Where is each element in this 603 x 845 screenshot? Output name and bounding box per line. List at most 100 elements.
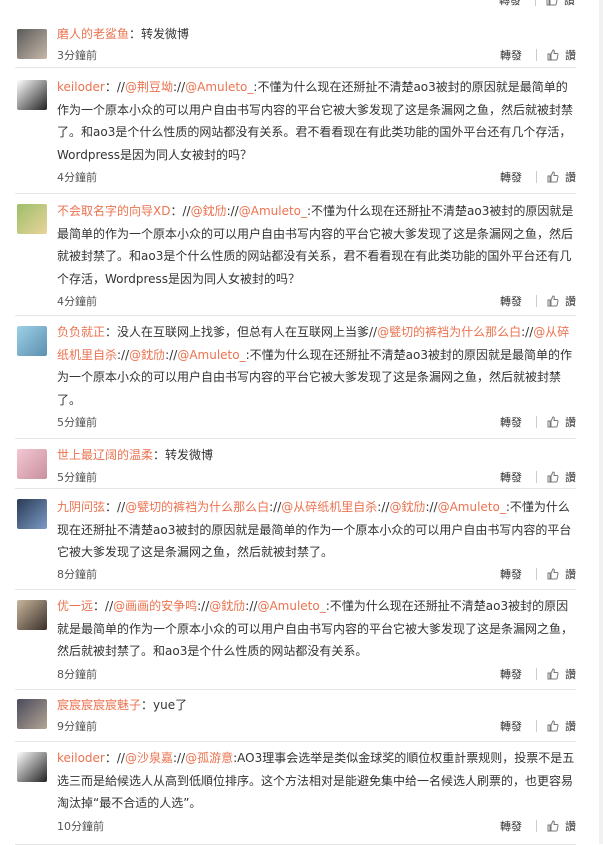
like-label: 讚 (565, 171, 576, 184)
repost-button[interactable]: 轉發 (500, 718, 522, 734)
timestamp: 3分鐘前 (57, 49, 97, 62)
avatar[interactable] (17, 449, 47, 479)
like-label: 讚 (565, 49, 576, 62)
comment-text-segment: ： (104, 80, 117, 94)
like-button[interactable]: 讚 (547, 169, 576, 185)
mention-link[interactable]: @Amuleto_ (438, 500, 506, 514)
comment-text-segment: // (105, 599, 114, 613)
timestamp: 8分鐘前 (57, 668, 97, 681)
previous-comment-actions: 轉發 讚 (499, 0, 575, 8)
avatar[interactable] (17, 80, 47, 110)
mention-link[interactable]: @孤游意 (185, 751, 233, 765)
avatar[interactable] (17, 499, 47, 529)
thumbs-up-icon (547, 668, 559, 680)
like-button[interactable]: 讚 (547, 47, 576, 63)
comment-actions: 轉發 讚 (500, 566, 576, 582)
divider (535, 0, 536, 6)
commenter-name[interactable]: keiloder (57, 751, 105, 765)
divider (536, 416, 537, 428)
mention-link[interactable]: @鈂劤 (191, 204, 227, 218)
commenter-name[interactable]: 不会取名字的向导XD (57, 204, 170, 218)
comment-item: 世上最辽阔的温柔：转发微博 5分鐘前 轉發 讚 (15, 439, 576, 489)
mention-link[interactable]: @从碎纸机里自杀 (281, 500, 377, 514)
like-button[interactable]: 讚 (547, 818, 576, 834)
repost-button[interactable]: 轉發 (500, 47, 522, 63)
comment-text: 不会取名字的向导XD：//@鈂劤://@Amuleto_:不懂为什么现在还掰扯不… (57, 200, 576, 290)
commenter-name[interactable]: 世上最辽阔的温柔 (57, 448, 153, 462)
timestamp: 5分鐘前 (57, 471, 97, 484)
repost-button[interactable]: 轉發 (500, 818, 522, 834)
scrollbar[interactable] (599, 0, 603, 844)
avatar[interactable] (17, 752, 47, 782)
mention-link[interactable]: @Amuleto_ (257, 599, 325, 613)
like-button[interactable]: 讚 (547, 414, 576, 430)
avatar[interactable] (17, 699, 47, 729)
comment-text-segment: ：转发微博 (153, 448, 214, 462)
mention-link[interactable]: @Amuleto_ (239, 204, 307, 218)
mention-link[interactable]: @沙泉嘉 (125, 751, 173, 765)
mention-link[interactable]: @Amuleto_ (185, 80, 253, 94)
mention-link[interactable]: @甓切的裤裆为什么那么白 (125, 500, 269, 514)
comment-text-segment: ：没人在互联网上找爹，但总有人在互联网上当爹// (105, 325, 378, 339)
mention-link[interactable]: @鈂劤 (209, 599, 245, 613)
commenter-name[interactable]: 磨人的老鲨鱼 (57, 27, 129, 41)
avatar[interactable] (17, 204, 47, 234)
mention-link[interactable]: @甓切的裤裆为什么那么白 (377, 325, 521, 339)
comment-text-segment: :// (425, 500, 438, 514)
comment-text: 负负就正：没人在互联网上找爹，但总有人在互联网上当爹//@甓切的裤裆为什么那么白… (57, 321, 576, 411)
repost-button[interactable]: 轉發 (500, 469, 522, 485)
like-label: 讚 (565, 471, 576, 484)
comment-text-segment: :// (172, 80, 186, 94)
timestamp: 10分鐘前 (57, 820, 104, 833)
like-button[interactable]: 讚 (547, 718, 576, 734)
avatar[interactable] (17, 326, 47, 356)
comment-text-segment: :// (226, 204, 239, 218)
repost-button[interactable]: 轉發 (500, 666, 522, 682)
comment-actions: 轉發 讚 (500, 169, 576, 185)
commenter-name[interactable]: keiloder (57, 80, 105, 94)
like-button[interactable]: 讚 (547, 469, 576, 485)
mention-link[interactable]: @Amuleto_ (177, 348, 245, 362)
repost-button[interactable]: 轉發 (500, 169, 522, 185)
avatar[interactable] (17, 29, 47, 59)
like-label: 讚 (565, 568, 576, 581)
avatar[interactable] (17, 600, 47, 630)
commenter-name[interactable]: 九阴问弦 (57, 500, 105, 514)
mention-link[interactable]: @荆豆坳 (125, 80, 173, 94)
comment-item: 宸宸宸宸宸魅子：yue了 9分鐘前 轉發 讚 (15, 690, 576, 742)
repost-button[interactable]: 轉發 (500, 414, 522, 430)
thumbs-up-icon (547, 568, 559, 580)
comment-text: keiloder：//@沙泉嘉://@孤游意:AO3理事会选举是类似金球奖的順位… (57, 747, 576, 815)
like-label: 讚 (565, 820, 576, 833)
comment-text: keiloder：//@荆豆坳://@Amuleto_:不懂为什么现在还掰扯不清… (57, 76, 576, 166)
thumbs-up-icon (546, 0, 558, 6)
repost-button[interactable]: 轉發 (499, 0, 521, 8)
commenter-name[interactable]: 宸宸宸宸宸魅子 (57, 698, 141, 712)
commenter-name[interactable]: 优一远 (57, 599, 93, 613)
comment-text-segment: :// (197, 599, 210, 613)
like-button[interactable]: 讚 (547, 666, 576, 682)
comment-item: keiloder：//@沙泉嘉://@孤游意:AO3理事会选举是类似金球奖的順位… (15, 742, 576, 845)
timestamp: 4分鐘前 (57, 171, 97, 184)
comment-text-segment: :// (269, 500, 282, 514)
divider (536, 568, 537, 580)
comment-text-segment: ： (170, 204, 183, 218)
comment-item: 优一远：//@画画的安争鸣://@鈂劤://@Amuleto_:不懂为什么现在还… (15, 590, 576, 690)
comment-text-segment: ： (93, 599, 106, 613)
comment-text-segment: :// (165, 347, 178, 362)
commenter-name[interactable]: 负负就正 (57, 325, 105, 339)
repost-button[interactable]: 轉發 (500, 293, 522, 309)
mention-link[interactable]: @画画的安争鸣 (113, 599, 197, 613)
repost-button[interactable]: 轉發 (500, 566, 522, 582)
divider (536, 49, 537, 61)
mention-link[interactable]: @鈂劤 (389, 500, 425, 514)
comment-item: 不会取名字的向导XD：//@鈂劤://@Amuleto_:不懂为什么现在还掰扯不… (15, 194, 576, 316)
like-button[interactable]: 讚 (547, 566, 576, 582)
comment-actions: 轉發 讚 (500, 666, 576, 682)
like-button[interactable]: 讚 (547, 293, 576, 309)
like-button[interactable]: 讚 (546, 0, 575, 8)
mention-link[interactable]: @鈂劤 (129, 348, 165, 362)
comment-item: keiloder：//@荆豆坳://@Amuleto_:不懂为什么现在还掰扯不清… (15, 68, 576, 194)
timestamp: 5分鐘前 (57, 416, 97, 429)
comment-text-segment: :// (245, 599, 258, 613)
